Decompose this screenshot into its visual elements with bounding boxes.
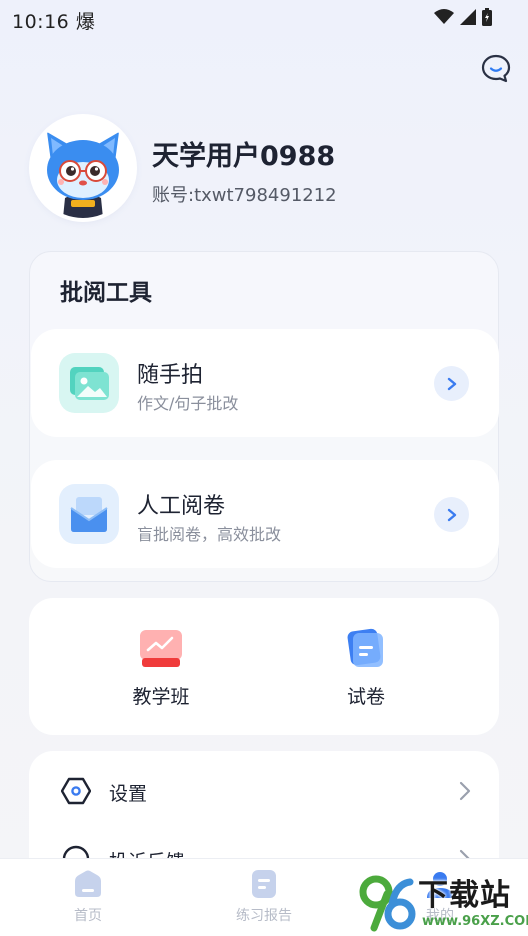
signal-icon bbox=[460, 9, 476, 25]
quick-label: 试卷 bbox=[346, 686, 385, 708]
tool-desc: 作文/句子批改 bbox=[137, 394, 239, 413]
status-icons bbox=[434, 8, 492, 26]
tool-item-manual-grading[interactable]: 人工阅卷 盲批阅卷，高效批改 bbox=[31, 460, 499, 568]
tool-name: 随手拍 bbox=[137, 363, 204, 388]
photo-icon bbox=[59, 353, 119, 413]
message-button[interactable] bbox=[480, 52, 512, 84]
cat-mascot-avatar bbox=[33, 118, 133, 218]
menu-label: 设置 bbox=[109, 783, 148, 805]
nav-label: 练习报告 bbox=[236, 908, 292, 924]
watermark-title: 下载站 bbox=[418, 878, 511, 913]
status-time: 10:16 爆 bbox=[12, 11, 96, 33]
wifi-icon bbox=[434, 9, 454, 24]
tools-title: 批阅工具 bbox=[60, 280, 152, 306]
chat-bubble-icon bbox=[481, 54, 511, 83]
watermark: 下载站 www.96XZ.COM bbox=[356, 868, 528, 936]
avatar[interactable] bbox=[33, 118, 133, 218]
chevron-right-icon bbox=[459, 781, 471, 805]
settings-hexagon-icon bbox=[60, 776, 92, 806]
chart-board-icon bbox=[138, 628, 184, 670]
chevron-right-icon[interactable] bbox=[434, 366, 469, 401]
tool-name: 人工阅卷 bbox=[137, 494, 226, 519]
watermark-url: www.96XZ.COM bbox=[422, 914, 528, 929]
home-icon bbox=[71, 869, 105, 899]
account-number: 账号:txwt798491212 bbox=[152, 185, 337, 206]
username: 天学用户0988 bbox=[152, 141, 336, 172]
battery-icon bbox=[482, 8, 492, 26]
quick-item-paper[interactable]: 试卷 bbox=[306, 628, 426, 709]
status-bar: 10:16 爆 bbox=[0, 0, 528, 36]
nav-label: 首页 bbox=[74, 908, 102, 924]
review-tools-card: 批阅工具 随手拍 作文/句子批改 人工阅卷 盲批阅卷，高效批改 bbox=[29, 251, 499, 582]
tool-item-snapshot[interactable]: 随手拍 作文/句子批改 bbox=[31, 329, 499, 437]
paper-icon bbox=[343, 628, 389, 670]
quick-label: 教学班 bbox=[132, 686, 190, 708]
nav-report[interactable]: 练习报告 bbox=[214, 869, 314, 925]
watermark-logo bbox=[356, 868, 418, 936]
report-icon bbox=[247, 869, 281, 899]
tool-desc: 盲批阅卷，高效批改 bbox=[137, 525, 282, 544]
chevron-right-icon[interactable] bbox=[434, 497, 469, 532]
mail-icon bbox=[59, 484, 119, 544]
quick-access-card: 教学班 试卷 bbox=[29, 598, 499, 735]
nav-home[interactable]: 首页 bbox=[38, 869, 138, 925]
quick-item-class[interactable]: 教学班 bbox=[101, 628, 221, 709]
menu-item-settings[interactable]: 设置 bbox=[29, 755, 499, 825]
